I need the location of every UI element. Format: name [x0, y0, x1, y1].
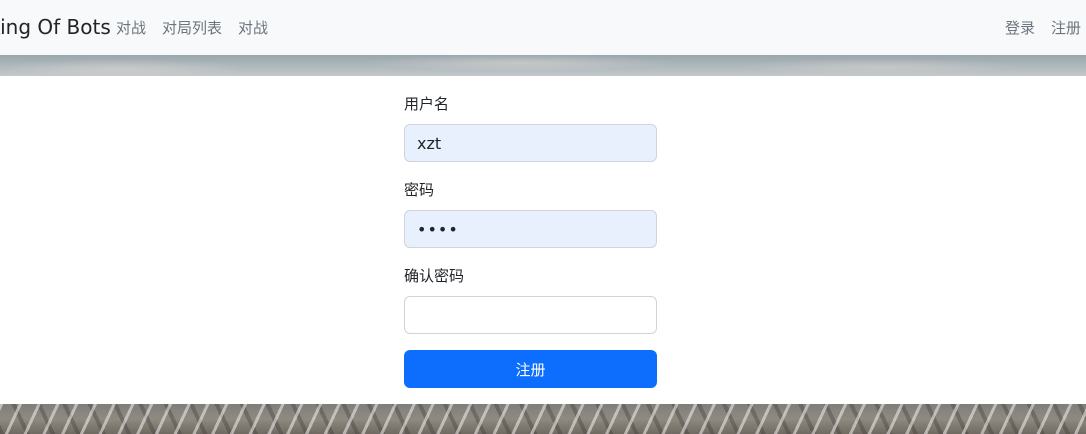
nav-link-login[interactable]: 登录	[1005, 17, 1035, 39]
register-form: 用户名 密码 确认密码 注册	[404, 94, 657, 388]
confirm-password-label: 确认密码	[404, 267, 465, 285]
nav-link-battle[interactable]: 对战	[116, 17, 146, 39]
confirm-password-input[interactable]	[404, 296, 657, 334]
register-card: 用户名 密码 确认密码 注册	[0, 76, 1086, 404]
register-button[interactable]: 注册	[404, 350, 657, 388]
password-input[interactable]	[404, 210, 657, 248]
navbar: King Of Bots 对战 对局列表 对战 登录 注册	[0, 0, 1086, 55]
username-group: 用户名	[404, 94, 657, 162]
password-group: 密码	[404, 180, 657, 248]
username-label: 用户名	[404, 95, 450, 113]
background-image-top	[0, 55, 1086, 76]
nav-link-register[interactable]: 注册	[1051, 17, 1081, 39]
username-input[interactable]	[404, 124, 657, 162]
brand-link[interactable]: King Of Bots	[0, 13, 111, 41]
password-label: 密码	[404, 181, 435, 199]
confirm-password-group: 确认密码	[404, 266, 657, 334]
background-image-bottom	[0, 404, 1086, 434]
nav-right: 登录 注册	[1005, 17, 1081, 39]
nav-left: 对战 对局列表 对战	[116, 17, 268, 39]
nav-link-battle-2[interactable]: 对战	[238, 17, 268, 39]
nav-link-match-list[interactable]: 对局列表	[162, 17, 222, 39]
